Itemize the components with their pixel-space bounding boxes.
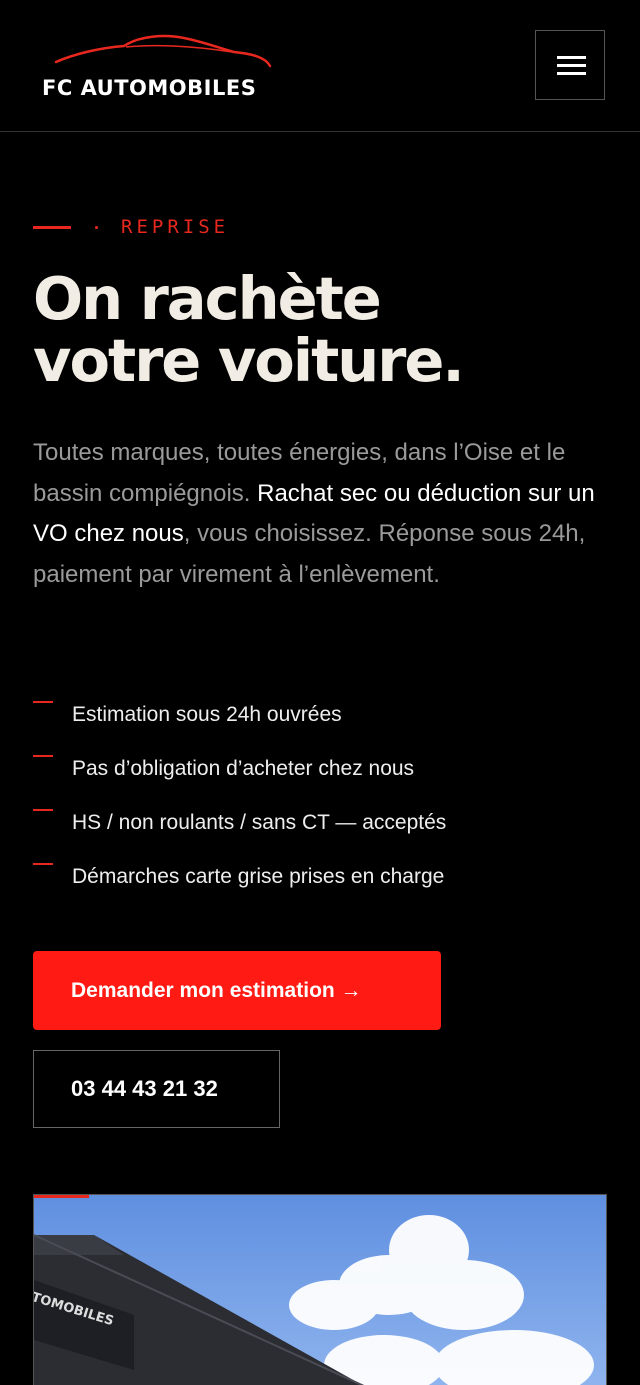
eyebrow-dot xyxy=(95,225,98,229)
list-item: Démarches carte grise prises en charge xyxy=(33,850,613,904)
feature-text: Estimation sous 24h ouvrées xyxy=(72,703,342,726)
logo[interactable]: FC AUTOMOBILES xyxy=(40,32,280,104)
dash-icon xyxy=(33,809,53,811)
garage-building-image xyxy=(34,1195,606,1385)
hamburger-icon-line xyxy=(557,64,586,67)
phone-button[interactable]: 03 44 43 21 32 xyxy=(33,1050,280,1128)
dash-icon xyxy=(33,863,53,865)
list-item: Pas d’obligation d’acheter chez nous xyxy=(33,742,613,796)
photo-accent-line xyxy=(34,1195,89,1198)
garage-photo: TOMOBILES xyxy=(33,1194,607,1385)
title-line-1: On rachète xyxy=(33,264,382,333)
logo-text: FC AUTOMOBILES xyxy=(42,76,257,100)
site-header: FC AUTOMOBILES xyxy=(0,0,640,132)
feature-text: Pas d’obligation d’acheter chez nous xyxy=(72,757,415,780)
list-item: Estimation sous 24h ouvrées xyxy=(33,688,613,742)
hamburger-icon xyxy=(557,56,586,59)
feature-text: HS / non roulants / sans CT — acceptés xyxy=(72,811,447,834)
feature-text: Démarches carte grise prises en charge xyxy=(72,865,445,888)
eyebrow-label: REPRISE xyxy=(121,216,230,238)
car-silhouette-icon xyxy=(54,34,272,68)
request-estimate-button[interactable]: Demander mon estimation → xyxy=(33,951,441,1030)
dash-icon xyxy=(33,755,53,757)
eyebrow-line xyxy=(33,225,71,229)
title-line-2: votre voiture. xyxy=(33,326,465,395)
section-eyebrow: REPRISE xyxy=(33,213,229,241)
feature-list: Estimation sous 24h ouvrées Pas d’obliga… xyxy=(33,688,613,904)
hamburger-icon-line xyxy=(557,72,586,75)
intro-paragraph: Toutes marques, toutes énergies, dans l’… xyxy=(33,433,608,595)
page-title: On rachète votre voiture. xyxy=(33,268,613,392)
list-item: HS / non roulants / sans CT — acceptés xyxy=(33,796,613,850)
menu-button[interactable] xyxy=(535,30,605,100)
dash-icon xyxy=(33,701,53,703)
